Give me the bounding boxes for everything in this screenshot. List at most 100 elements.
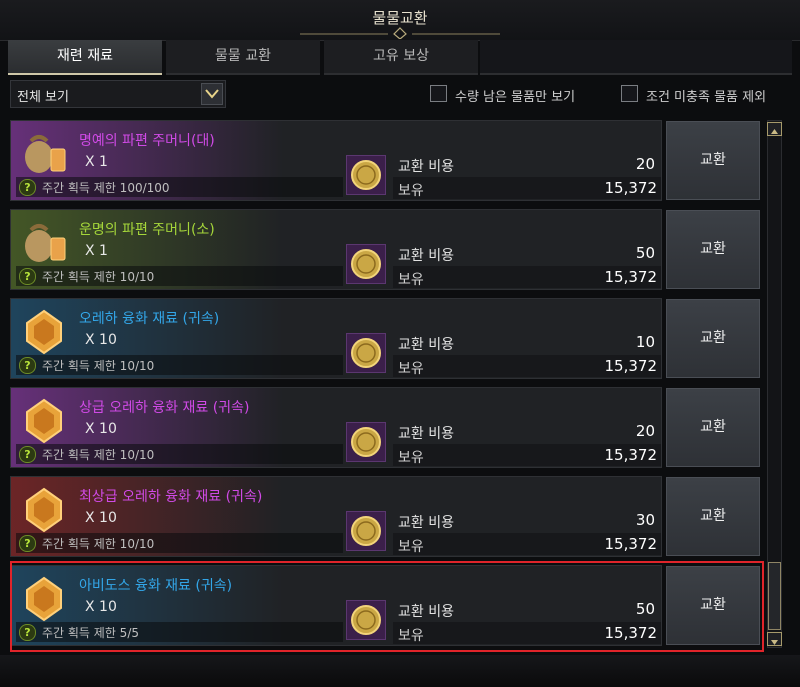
remaining-only-label: 수량 남은 물품만 보기 (455, 90, 576, 105)
ore-icon[interactable] (17, 394, 71, 448)
item-quantity: X 10 (85, 332, 117, 348)
currency-coin-icon[interactable] (346, 422, 386, 462)
help-question-icon[interactable]: ? (19, 446, 36, 463)
exchange-cost-label: 교환 비용 (398, 159, 454, 175)
exchange-cost-value: 30 (635, 511, 655, 529)
exchange-cost-value: 50 (635, 244, 655, 262)
item-card[interactable]: 오레하 융화 재료 (귀속) X 10 ? 주간 획득 제한 10/10 교환 … (10, 298, 662, 379)
owned-value: 15,372 (604, 357, 658, 375)
exchange-cost-value: 10 (635, 333, 655, 351)
owned-row: 보유 15,372 (393, 355, 661, 377)
list-item: 최상급 오레하 융화 재료 (귀속) X 10 ? 주간 획득 제한 10/10… (10, 476, 762, 557)
owned-value: 15,372 (604, 179, 658, 197)
ore-icon[interactable] (17, 483, 71, 537)
exclude-unmet-checkbox[interactable] (621, 85, 638, 102)
item-quantity: X 10 (85, 510, 117, 526)
owned-value: 15,372 (604, 624, 658, 642)
item-quantity: X 10 (85, 599, 117, 615)
weekly-limit-text: 주간 획득 제한 5/5 (42, 626, 139, 640)
item-name: 상급 오레하 융화 재료 (귀속) (79, 400, 250, 416)
item-card[interactable]: 운명의 파편 주머니(소) X 1 ? 주간 획득 제한 10/10 교환 비용… (10, 209, 662, 290)
item-card[interactable]: 최상급 오레하 융화 재료 (귀속) X 10 ? 주간 획득 제한 10/10… (10, 476, 662, 557)
item-quantity: X 10 (85, 421, 117, 437)
help-question-icon[interactable]: ? (19, 357, 36, 374)
exchange-button[interactable]: 교환 (666, 566, 760, 645)
list-item: 운명의 파편 주머니(소) X 1 ? 주간 획득 제한 10/10 교환 비용… (10, 209, 762, 290)
list-item: 명예의 파편 주머니(대) X 1 ? 주간 획득 제한 100/100 교환 … (10, 120, 762, 201)
view-filter-dropdown[interactable]: 전체 보기 (10, 80, 226, 108)
window-title-bar: 물물교환 (0, 0, 800, 41)
weekly-limit-text: 주간 획득 제한 10/10 (42, 270, 155, 284)
owned-row: 보유 15,372 (393, 533, 661, 555)
item-name: 명예의 파편 주머니(대) (79, 133, 215, 149)
help-question-icon[interactable]: ? (19, 624, 36, 641)
weekly-limit-row: ? 주간 획득 제한 10/10 (16, 533, 343, 553)
owned-row: 보유 15,372 (393, 266, 661, 288)
dropdown-selected-value: 전체 보기 (17, 90, 69, 105)
help-question-icon[interactable]: ? (19, 535, 36, 552)
pouch-icon[interactable] (17, 216, 71, 270)
tab-refining-materials[interactable]: 재련 재료 (8, 40, 162, 75)
chevron-down-icon[interactable] (201, 83, 223, 105)
currency-coin-icon[interactable] (346, 244, 386, 284)
owned-value: 15,372 (604, 535, 658, 553)
exchange-button[interactable]: 교환 (666, 299, 760, 378)
owned-label: 보유 (398, 183, 424, 199)
scroll-up-icon[interactable] (767, 122, 782, 136)
exchange-cost-label: 교환 비용 (398, 248, 454, 264)
exchange-button[interactable]: 교환 (666, 388, 760, 467)
ore-icon[interactable] (17, 305, 71, 359)
remaining-only-checkbox[interactable] (430, 85, 447, 102)
owned-row: 보유 15,372 (393, 177, 661, 199)
ore-icon[interactable] (17, 572, 71, 626)
owned-value: 15,372 (604, 446, 658, 464)
exchange-cost-label: 교환 비용 (398, 515, 454, 531)
weekly-limit-text: 주간 획득 제한 10/10 (42, 448, 155, 462)
scroll-down-icon[interactable] (767, 632, 782, 646)
list-item: 상급 오레하 융화 재료 (귀속) X 10 ? 주간 획득 제한 10/10 … (10, 387, 762, 468)
exchange-cost-value: 20 (635, 422, 655, 440)
owned-label: 보유 (398, 628, 424, 644)
weekly-limit-row: ? 주간 획득 제한 5/5 (16, 622, 343, 642)
help-question-icon[interactable]: ? (19, 268, 36, 285)
item-list: 명예의 파편 주머니(대) X 1 ? 주간 획득 제한 100/100 교환 … (10, 120, 762, 650)
exchange-cost-label: 교환 비용 (398, 426, 454, 442)
item-quantity: X 1 (85, 243, 108, 259)
item-name: 아비도스 융화 재료 (귀속) (79, 578, 233, 594)
exchange-cost-label: 교환 비용 (398, 604, 454, 620)
owned-label: 보유 (398, 450, 424, 466)
owned-label: 보유 (398, 361, 424, 377)
item-quantity: X 1 (85, 154, 108, 170)
currency-coin-icon[interactable] (346, 333, 386, 373)
exchange-button[interactable]: 교환 (666, 210, 760, 289)
weekly-limit-text: 주간 획득 제한 10/10 (42, 537, 155, 551)
exchange-cost-value: 50 (635, 600, 655, 618)
footer-backdrop (0, 655, 800, 687)
tab-unique-reward[interactable]: 고유 보상 (324, 40, 478, 75)
weekly-limit-row: ? 주간 획득 제한 100/100 (16, 177, 343, 197)
currency-coin-icon[interactable] (346, 511, 386, 551)
item-name: 최상급 오레하 융화 재료 (귀속) (79, 489, 263, 505)
item-card[interactable]: 아비도스 융화 재료 (귀속) X 10 ? 주간 획득 제한 5/5 교환 비… (10, 565, 662, 646)
weekly-limit-text: 주간 획득 제한 100/100 (42, 181, 170, 195)
currency-coin-icon[interactable] (346, 600, 386, 640)
exchange-button[interactable]: 교환 (666, 121, 760, 200)
window-title: 물물교환 (372, 9, 428, 27)
help-question-icon[interactable]: ? (19, 179, 36, 196)
pouch-icon[interactable] (17, 127, 71, 181)
exchange-cost-label: 교환 비용 (398, 337, 454, 353)
scrollbar-thumb[interactable] (768, 562, 781, 630)
tab-bar: 재련 재료 물물 교환 고유 보상 (8, 40, 792, 75)
item-card[interactable]: 상급 오레하 융화 재료 (귀속) X 10 ? 주간 획득 제한 10/10 … (10, 387, 662, 468)
tab-barter[interactable]: 물물 교환 (166, 40, 320, 75)
owned-label: 보유 (398, 272, 424, 288)
owned-row: 보유 15,372 (393, 444, 661, 466)
exchange-button[interactable]: 교환 (666, 477, 760, 556)
owned-label: 보유 (398, 539, 424, 555)
item-card[interactable]: 명예의 파편 주머니(대) X 1 ? 주간 획득 제한 100/100 교환 … (10, 120, 662, 201)
item-name: 오레하 융화 재료 (귀속) (79, 311, 220, 327)
item-name: 운명의 파편 주머니(소) (79, 222, 215, 238)
weekly-limit-row: ? 주간 획득 제한 10/10 (16, 266, 343, 286)
currency-coin-icon[interactable] (346, 155, 386, 195)
owned-row: 보유 15,372 (393, 622, 661, 644)
